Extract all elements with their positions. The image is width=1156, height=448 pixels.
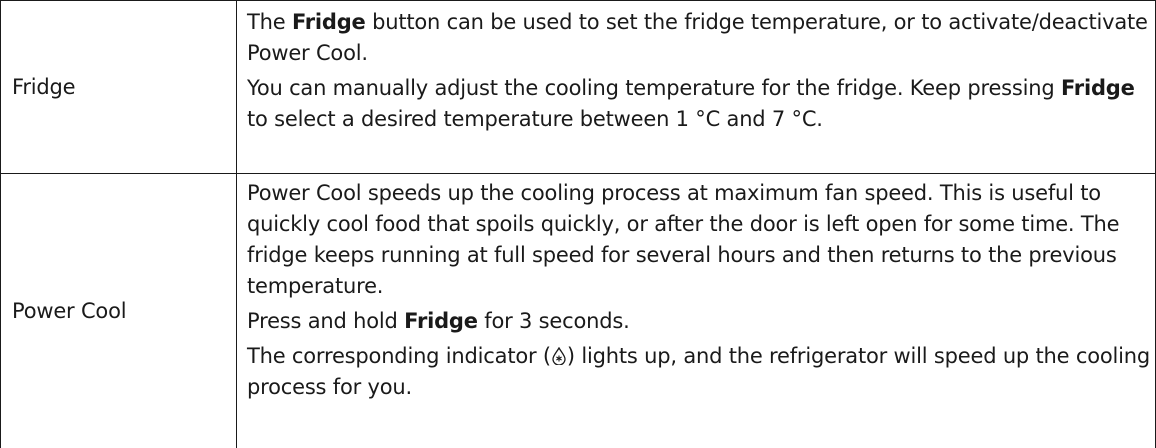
- feature-name-power-cool: Power Cool: [1, 174, 237, 448]
- text-span: for 3 seconds.: [478, 309, 630, 333]
- fridge-button-keyword: Fridge: [404, 309, 478, 333]
- fridge-button-keyword: Fridge: [292, 10, 366, 34]
- fridge-desc-paragraph-2: You can manually adjust the cooling temp…: [247, 73, 1151, 135]
- feature-table: Fridge The Fridge button can be used to …: [0, 0, 1156, 448]
- power-cool-desc-paragraph-3: The corresponding indicator () lights up…: [247, 341, 1151, 403]
- feature-name-fridge: Fridge: [1, 1, 237, 174]
- power-cool-desc-paragraph-1: Power Cool speeds up the cooling process…: [247, 178, 1151, 302]
- text-span: Press and hold: [247, 309, 404, 333]
- text-span: The: [247, 10, 292, 34]
- power-cool-desc-paragraph-2: Press and hold Fridge for 3 seconds.: [247, 306, 1151, 337]
- fridge-desc-paragraph-1: The Fridge button can be used to set the…: [247, 7, 1151, 69]
- power-cool-indicator-icon: [551, 343, 567, 361]
- text-span: You can manually adjust the cooling temp…: [247, 76, 1061, 100]
- description-fridge: The Fridge button can be used to set the…: [237, 1, 1156, 174]
- fridge-button-keyword: Fridge: [1061, 76, 1135, 100]
- text-span: button can be used to set the fridge tem…: [247, 10, 1148, 65]
- table-row-power-cool: Power Cool Power Cool speeds up the cool…: [1, 174, 1156, 448]
- table-row-fridge: Fridge The Fridge button can be used to …: [1, 1, 1156, 174]
- description-power-cool: Power Cool speeds up the cooling process…: [237, 174, 1156, 448]
- text-span: The corresponding indicator (: [247, 344, 551, 368]
- text-span: to select a desired temperature between …: [247, 107, 823, 131]
